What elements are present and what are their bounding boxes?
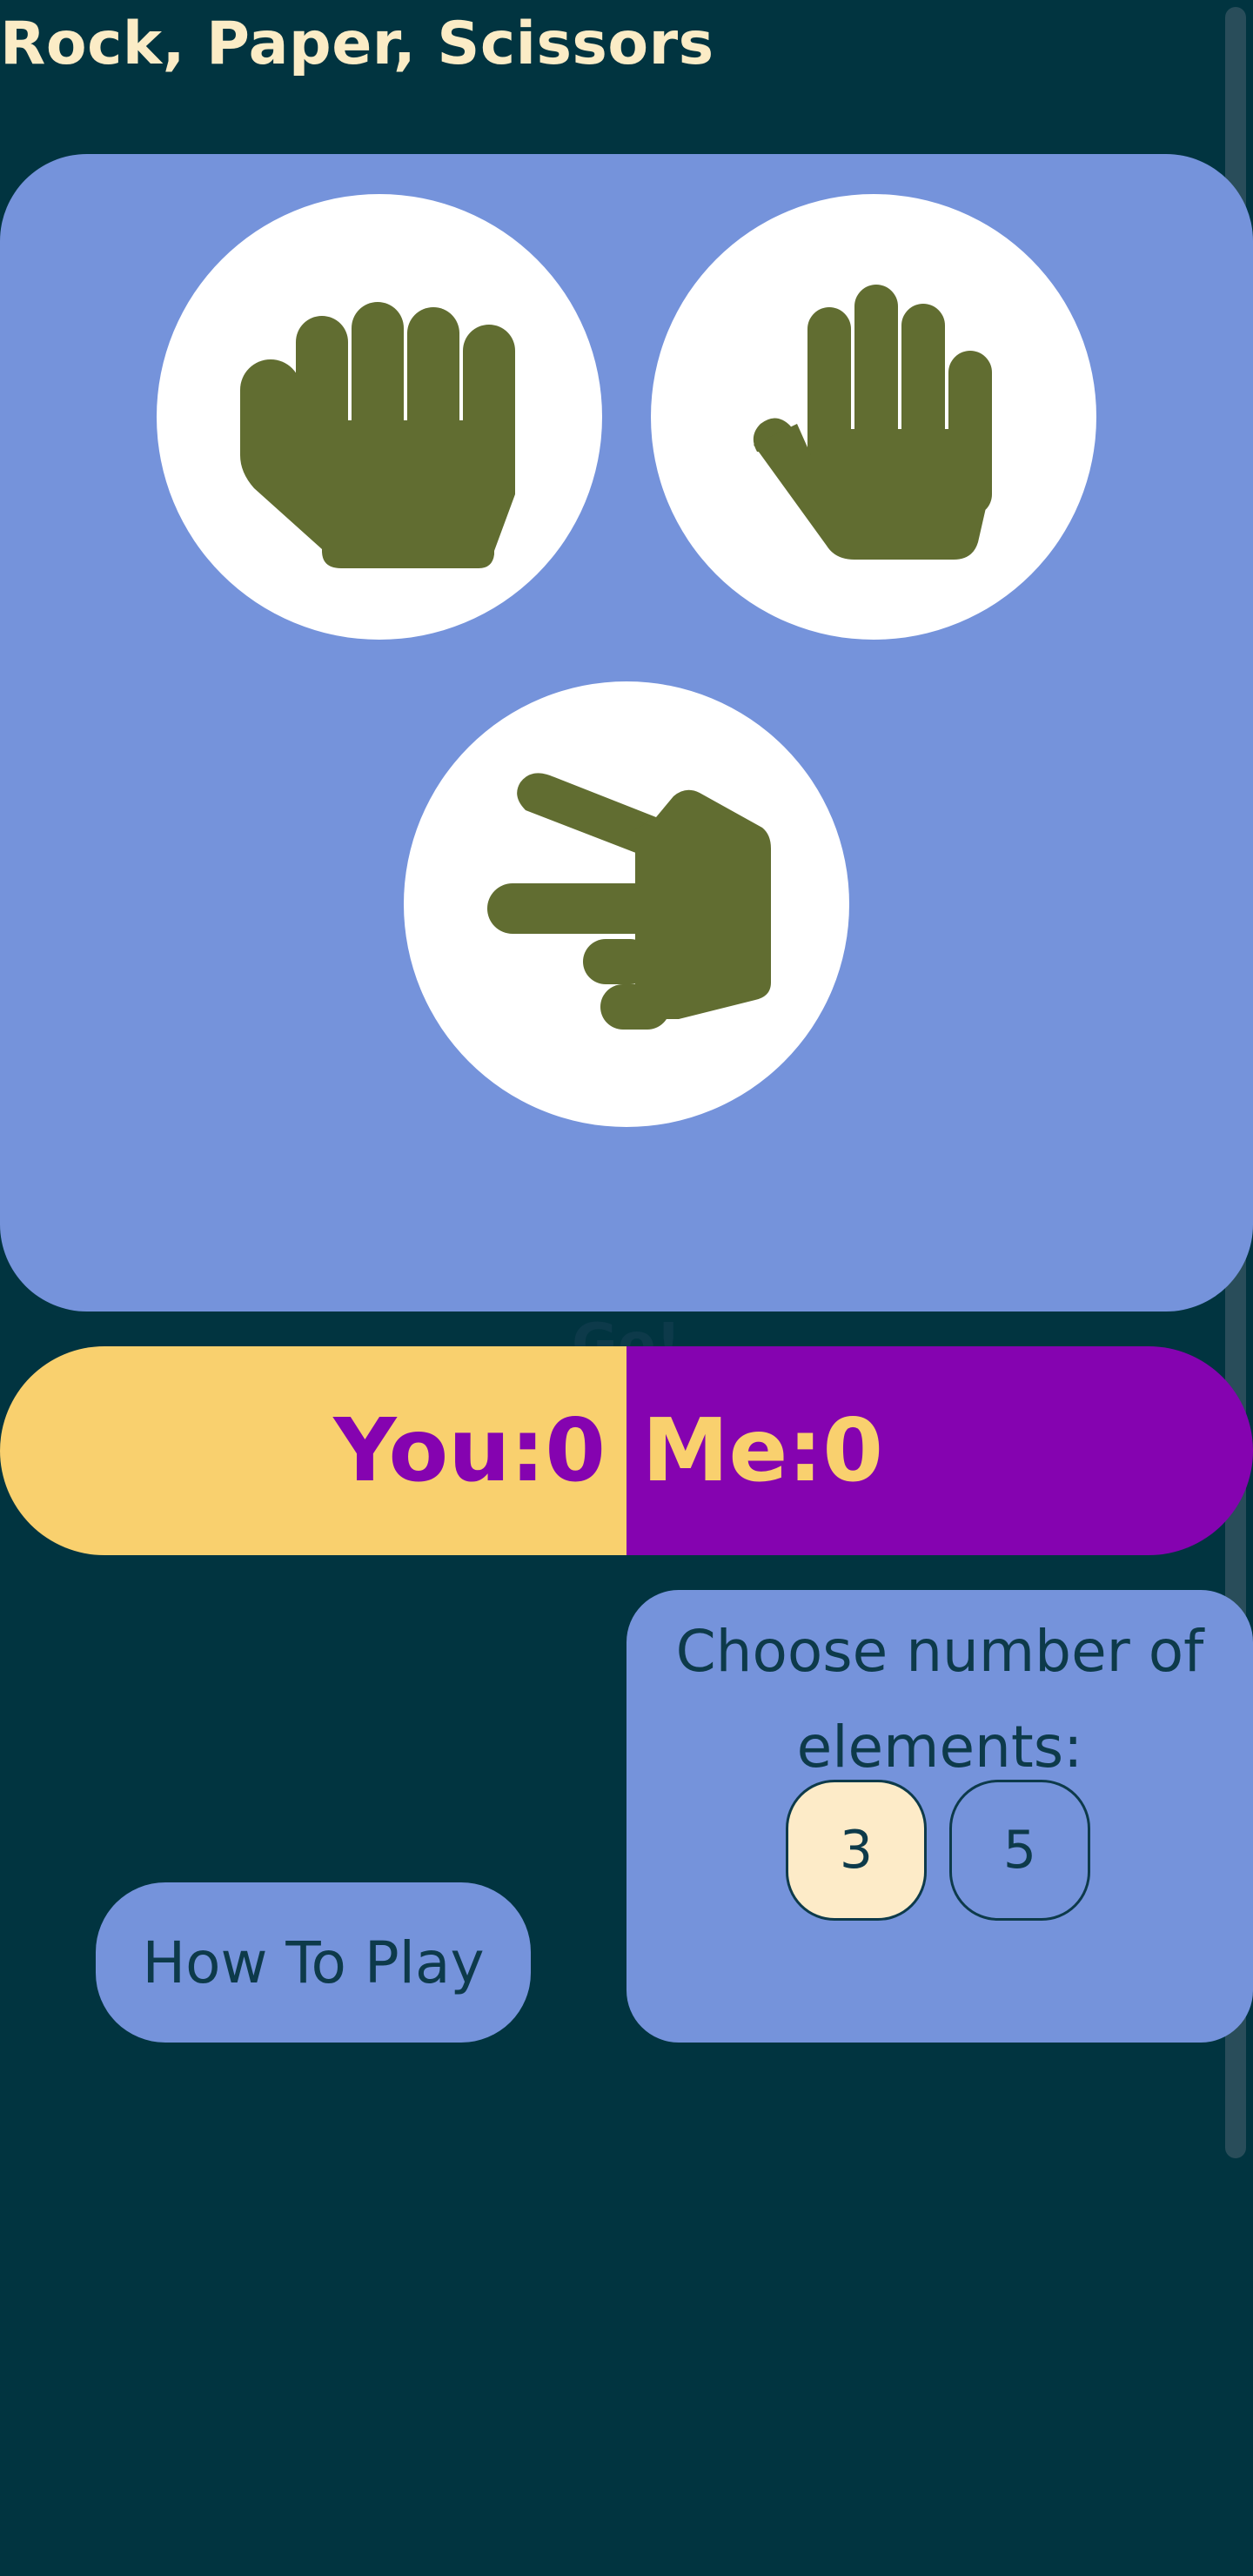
rock-button[interactable] [157,194,602,640]
elements-selector: Choose number of elements: 3 5 [626,1590,1253,2043]
scissors-button[interactable] [404,681,849,1127]
rock-fist-icon [240,302,515,568]
elements-option-5[interactable]: 5 [949,1780,1090,1921]
player-score-label: You: [333,1399,546,1501]
player-score-value: 0 [545,1399,606,1501]
player-score: You:0 [0,1346,626,1555]
computer-score-label: Me: [642,1399,823,1501]
computer-score-value: 0 [822,1399,883,1501]
paper-open-hand-icon [753,285,992,560]
scissors-hand-icon [487,773,771,1030]
game-panel: Go! [0,154,1253,1377]
paper-button[interactable] [651,194,1096,640]
elements-label: Choose number of elements: [675,1618,1204,1781]
how-to-play-button[interactable]: How To Play [96,1882,531,2043]
elements-option-3[interactable]: 3 [786,1780,927,1921]
scoreboard: You:0 Me:0 [0,1346,1253,1555]
computer-score: Me:0 [626,1346,1253,1555]
page-title: Rock, Paper, Scissors [0,10,714,78]
